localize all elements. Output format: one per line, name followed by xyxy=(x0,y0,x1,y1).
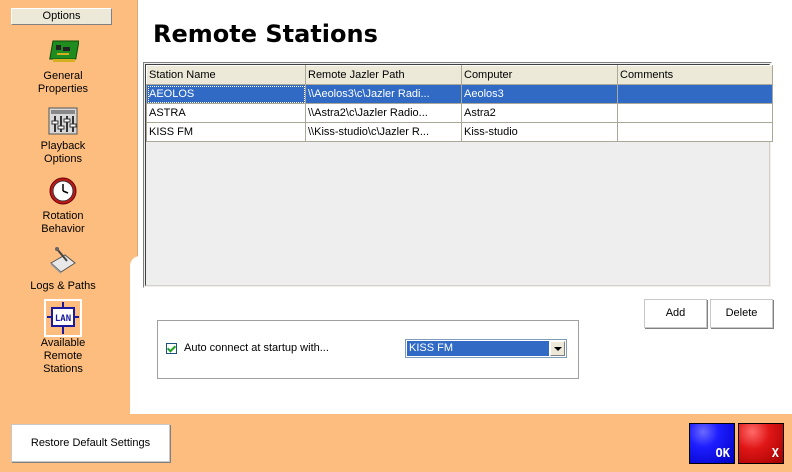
auto-connect-checkbox[interactable] xyxy=(166,343,177,354)
sidebar-item-label: Remote xyxy=(43,350,83,362)
sidebar-item-label: Rotation xyxy=(42,210,84,222)
table-row[interactable]: ASTRA \\Astra2\c\Jazler Radio... Astra2 xyxy=(146,103,773,123)
cell-station-name[interactable]: ASTRA xyxy=(146,103,306,123)
sidebar-item-label: Logs & Paths xyxy=(30,280,96,292)
column-header-computer[interactable]: Computer xyxy=(461,65,618,85)
sidebar-item-label: Options xyxy=(44,153,82,165)
logs-icon xyxy=(50,247,76,274)
stations-grid-inner: Station Name Remote Jazler Path Computer… xyxy=(145,64,773,286)
sidebar-item-label: Available xyxy=(40,337,86,349)
close-icon: X xyxy=(771,446,779,460)
sidebar-item-label: General xyxy=(43,70,83,82)
table-header-row: Station Name Remote Jazler Path Computer… xyxy=(146,65,773,85)
stations-grid[interactable]: Station Name Remote Jazler Path Computer… xyxy=(143,62,773,288)
table-row[interactable]: AEOLOS \\Aeolos3\c\Jazler Radi... Aeolos… xyxy=(146,84,773,104)
column-header-remote-path[interactable]: Remote Jazler Path xyxy=(305,65,462,85)
mixer-sliders-icon xyxy=(48,107,78,135)
panel-notch xyxy=(130,256,140,414)
sidebar-item-general-properties[interactable]: General Properties xyxy=(8,35,118,96)
cell-computer[interactable]: Aeolos3 xyxy=(461,84,618,104)
sidebar-item-available-remote-stations[interactable]: LAN Available Remote Stations xyxy=(8,299,118,376)
page-title: Remote Stations xyxy=(153,20,378,48)
cell-station-name[interactable]: KISS FM xyxy=(146,122,306,142)
sidebar-item-logs-paths[interactable]: Logs & Paths xyxy=(8,245,118,293)
lan-icon: LAN xyxy=(44,299,82,337)
ok-button[interactable]: OK xyxy=(689,423,735,464)
stations-table: Station Name Remote Jazler Path Computer… xyxy=(146,65,773,142)
auto-connect-station-select[interactable]: KISS FM xyxy=(405,339,567,358)
sidebar-item-label: Properties xyxy=(37,83,89,95)
sidebar-item-rotation-behavior[interactable]: Rotation Behavior xyxy=(8,175,118,236)
clock-icon xyxy=(49,177,77,205)
add-button[interactable]: Add xyxy=(644,299,707,328)
options-header: Options xyxy=(11,8,112,25)
cell-comments[interactable] xyxy=(617,103,773,123)
restore-defaults-button[interactable]: Restore Default Settings xyxy=(11,424,170,462)
column-header-station-name[interactable]: Station Name xyxy=(146,65,306,85)
cell-computer[interactable]: Kiss-studio xyxy=(461,122,618,142)
cell-remote-path[interactable]: \\Aeolos3\c\Jazler Radi... xyxy=(305,84,462,104)
delete-button[interactable]: Delete xyxy=(710,299,773,328)
sidebar-item-label: Stations xyxy=(43,363,83,375)
select-value: KISS FM xyxy=(407,341,549,356)
panel-notch-bottom xyxy=(130,404,290,414)
column-header-comments[interactable]: Comments xyxy=(617,65,773,85)
sidebar-item-playback-options[interactable]: Playback Options xyxy=(8,105,118,166)
cell-computer[interactable]: Astra2 xyxy=(461,103,618,123)
svg-text:LAN: LAN xyxy=(55,314,71,324)
cell-remote-path[interactable]: \\Kiss-studio\c\Jazler R... xyxy=(305,122,462,142)
cancel-button[interactable]: X xyxy=(738,423,784,464)
cell-comments[interactable] xyxy=(617,84,773,104)
cell-remote-path[interactable]: \\Astra2\c\Jazler Radio... xyxy=(305,103,462,123)
table-row[interactable]: KISS FM \\Kiss-studio\c\Jazler R... Kiss… xyxy=(146,122,773,142)
chevron-down-icon[interactable] xyxy=(550,341,565,356)
cell-station-name[interactable]: AEOLOS xyxy=(146,84,306,104)
sidebar-item-label: Behavior xyxy=(41,223,85,235)
sidebar-item-label: Playback xyxy=(40,140,86,152)
sidebar: Options General Properties Playback Opti… xyxy=(0,0,128,410)
ok-label: OK xyxy=(715,446,730,460)
circuit-board-icon xyxy=(49,40,79,62)
cell-comments[interactable] xyxy=(617,122,773,142)
auto-connect-label: Auto connect at startup with... xyxy=(184,342,329,354)
options-window: Options General Properties Playback Opti… xyxy=(0,0,792,472)
